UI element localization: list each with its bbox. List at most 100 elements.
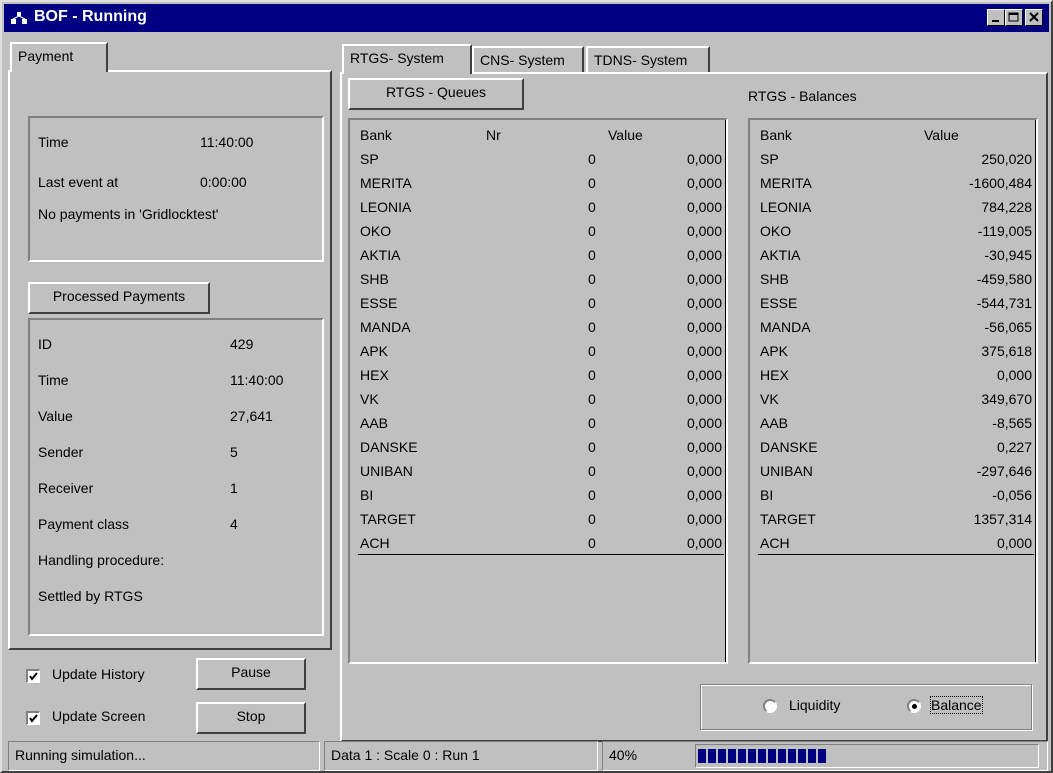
table-row[interactable]: MANDA 0 0,000 [350, 316, 726, 340]
queue-count: 0 [588, 175, 596, 191]
table-row[interactable]: OKO -119,005 [750, 220, 1036, 244]
table-row[interactable]: ESSE 0 0,000 [350, 292, 726, 316]
table-row[interactable]: AKTIA -30,945 [750, 244, 1036, 268]
table-row[interactable]: AKTIA 0 0,000 [350, 244, 726, 268]
table-row[interactable]: LEONIA 0 0,000 [350, 196, 726, 220]
progress-percent: 40% [609, 747, 638, 763]
table-row[interactable]: ESSE -544,731 [750, 292, 1036, 316]
progress-block [818, 749, 826, 763]
balances-list[interactable]: Bank Value SP 250,020 MERITA -1600,484 LEONI… [748, 118, 1038, 664]
balance-value: -30,945 [984, 247, 1032, 263]
queue-value: 0,000 [686, 151, 722, 167]
table-row[interactable]: BI -0,056 [750, 484, 1036, 508]
table-row[interactable]: APK 0 0,000 [350, 340, 726, 364]
tab-payment[interactable]: Payment [10, 42, 108, 72]
table-row[interactable]: MERITA -1600,484 [750, 172, 1036, 196]
queue-value: 0,000 [686, 319, 722, 335]
handling-label: Handling procedure: [38, 552, 165, 568]
table-row[interactable]: HEX 0 0,000 [350, 364, 726, 388]
table-row[interactable]: ACH 0,000 [750, 532, 1036, 556]
title-bar[interactable]: BOF - Running [4, 4, 1049, 32]
bank-name: AKTIA [760, 247, 801, 263]
pause-button[interactable]: Pause [196, 658, 306, 690]
queue-value: 0,000 [686, 511, 722, 527]
table-row[interactable]: OKO 0 0,000 [350, 220, 726, 244]
update-screen-checkbox[interactable] [26, 711, 40, 725]
table-row[interactable]: UNIBAN -297,646 [750, 460, 1036, 484]
balance-value: -56,065 [984, 319, 1032, 335]
progress-block [778, 749, 786, 763]
id-value: 429 [230, 336, 254, 352]
rtgs-balances-title: RTGS - Balances [748, 88, 857, 104]
queue-count: 0 [588, 487, 596, 503]
radio-liquidity[interactable] [763, 699, 777, 713]
table-row[interactable]: AAB 0 0,000 [350, 412, 726, 436]
tab-tdns-system[interactable]: TDNS- System [586, 46, 710, 74]
minimize-button[interactable] [987, 9, 1005, 26]
table-row[interactable]: APK 375,618 [750, 340, 1036, 364]
progress-block [798, 749, 806, 763]
table-row[interactable]: MANDA -56,065 [750, 316, 1036, 340]
table-row[interactable]: UNIBAN 0 0,000 [350, 460, 726, 484]
table-row[interactable]: AAB -8,565 [750, 412, 1036, 436]
table-row[interactable]: VK 0 0,000 [350, 388, 726, 412]
stop-button-label: Stop [236, 708, 266, 724]
queues-list[interactable]: Bank Nr Value SP 0 0,000 MERITA 0 0,000 LEONIA… [348, 118, 728, 664]
tab-rtgs-system[interactable]: RTGS- System [342, 44, 472, 74]
table-row[interactable]: BI 0 0,000 [350, 484, 726, 508]
rtgs-queues-button[interactable]: RTGS - Queues [348, 78, 524, 110]
maximize-button[interactable] [1005, 9, 1023, 26]
table-row[interactable]: SHB 0 0,000 [350, 268, 726, 292]
receiver-value: 1 [230, 480, 238, 496]
bank-name: ACH [760, 535, 790, 551]
bank-name: DANSKE [760, 439, 818, 455]
app-icon [10, 10, 28, 26]
status-progress-pane: 40% [602, 741, 1048, 771]
table-row[interactable]: TARGET 1357,314 [750, 508, 1036, 532]
status-message: Running simulation... [8, 741, 320, 771]
bank-name: VK [360, 391, 379, 407]
queue-count: 0 [588, 199, 596, 215]
table-row[interactable]: TARGET 0 0,000 [350, 508, 726, 532]
receiver-label: Receiver [38, 480, 94, 496]
last-event-label: Last event at [38, 174, 119, 190]
processed-payments-button[interactable]: Processed Payments [28, 282, 210, 314]
payment-class-label: Payment class [38, 516, 130, 532]
radio-balance[interactable] [907, 699, 921, 713]
queues-table-underline [358, 554, 724, 555]
stop-button[interactable]: Stop [196, 702, 306, 734]
radio-balance-label: Balance [930, 696, 983, 714]
settled-label: Settled by RTGS [38, 588, 143, 604]
table-row[interactable]: DANSKE 0,227 [750, 436, 1036, 460]
balances-table-edge [1035, 120, 1036, 662]
table-row[interactable]: LEONIA 784,228 [750, 196, 1036, 220]
queue-value: 0,000 [686, 535, 722, 551]
value-label: Value [38, 408, 73, 424]
value-value: 27,641 [230, 408, 273, 424]
table-row[interactable]: SP 250,020 [750, 148, 1036, 172]
queue-value: 0,000 [686, 391, 722, 407]
table-row[interactable]: DANSKE 0 0,000 [350, 436, 726, 460]
table-row[interactable]: SP 0 0,000 [350, 148, 726, 172]
balance-value: 1357,314 [973, 511, 1032, 527]
table-row[interactable]: ACH 0 0,000 [350, 532, 726, 556]
table-row[interactable]: HEX 0,000 [750, 364, 1036, 388]
bank-name: AAB [760, 415, 789, 431]
table-row[interactable]: VK 349,670 [750, 388, 1036, 412]
queue-count: 0 [588, 151, 596, 167]
table-row[interactable]: SHB -459,580 [750, 268, 1036, 292]
queue-count: 0 [588, 367, 596, 383]
bank-name: MERITA [760, 175, 812, 191]
progress-block [728, 749, 736, 763]
balances-header-value: Value [924, 127, 959, 143]
display-mode-group: Liquidity Balance [700, 684, 1032, 730]
tab-cns-system[interactable]: CNS- System [472, 46, 584, 74]
balance-value: -119,005 [977, 223, 1032, 239]
bank-name: APK [760, 343, 789, 359]
update-history-checkbox[interactable] [26, 669, 40, 683]
tab-payment-label: Payment [18, 48, 74, 64]
close-button[interactable] [1025, 9, 1043, 26]
bank-name: DANSKE [360, 439, 418, 455]
table-row[interactable]: MERITA 0 0,000 [350, 172, 726, 196]
queue-count: 0 [588, 343, 596, 359]
